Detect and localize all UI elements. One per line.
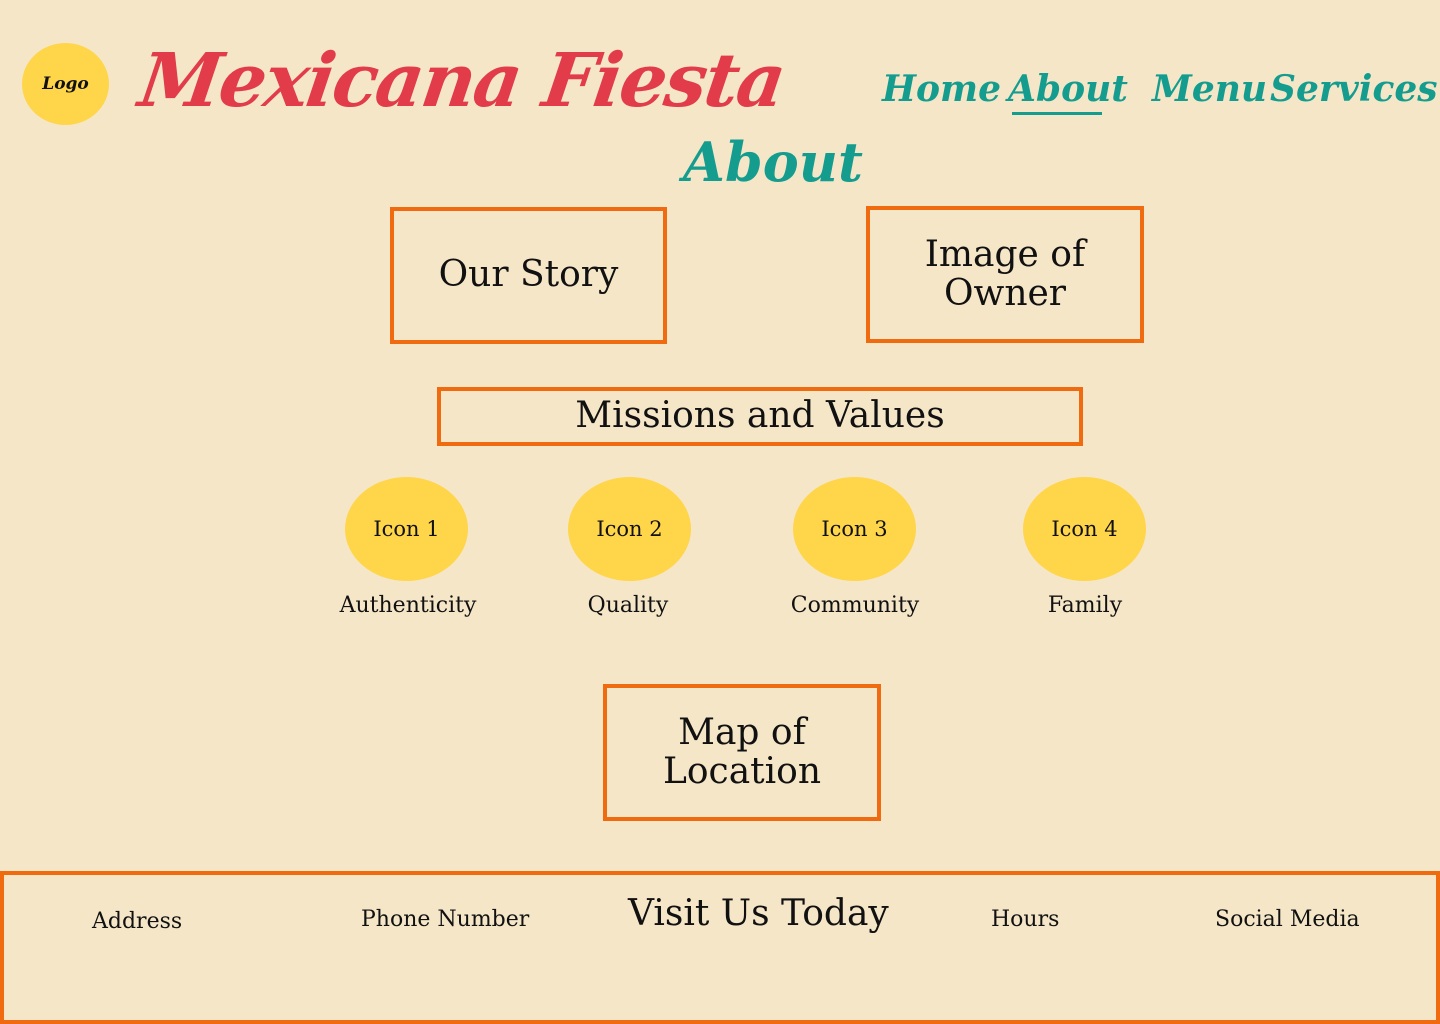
value-label-quality: Quality <box>587 593 669 618</box>
owner-image-label-line2: Owner <box>943 272 1067 314</box>
logo-label: Logo <box>42 74 89 94</box>
value-icon-1-label: Icon 1 <box>373 517 440 541</box>
footer-hours: Hours <box>991 907 1060 932</box>
nav-about[interactable]: About <box>1008 68 1128 110</box>
value-icon-4: Icon 4 <box>1023 477 1146 581</box>
value-label-family: Family <box>1047 593 1123 618</box>
footer-address: Address <box>92 909 183 934</box>
footer-phone: Phone Number <box>361 907 530 932</box>
value-icon-4-label: Icon 4 <box>1051 517 1118 541</box>
owner-image-label-line1: Image of <box>924 233 1086 275</box>
nav-home[interactable]: Home <box>882 68 1001 110</box>
nav-services[interactable]: Services <box>1270 68 1438 110</box>
value-icon-1: Icon 1 <box>345 477 468 581</box>
value-icon-2-label: Icon 2 <box>596 517 663 541</box>
nav-active-underline <box>1012 112 1102 115</box>
map-placeholder[interactable]: Map of Location <box>603 684 881 821</box>
our-story-label: Our Story <box>438 254 619 296</box>
value-label-authenticity: Authenticity <box>339 593 477 618</box>
page-title: About <box>683 130 863 194</box>
nav-menu[interactable]: Menu <box>1152 68 1267 110</box>
logo[interactable]: Logo <box>22 43 109 125</box>
value-label-community: Community <box>790 593 920 618</box>
value-icon-3: Icon 3 <box>793 477 916 581</box>
map-label-line2: Location <box>662 750 822 792</box>
owner-image-placeholder: Image of Owner <box>866 206 1144 343</box>
missions-values-box[interactable]: Missions and Values <box>437 387 1083 446</box>
footer-social[interactable]: Social Media <box>1215 907 1360 932</box>
missions-values-label: Missions and Values <box>575 395 945 437</box>
map-label-line1: Map of <box>678 711 806 753</box>
brand-name[interactable]: Mexicana Fiesta <box>134 38 789 124</box>
our-story-box[interactable]: Our Story <box>390 207 667 344</box>
value-icon-3-label: Icon 3 <box>821 517 888 541</box>
footer-title: Visit Us Today <box>628 893 889 934</box>
value-icon-2: Icon 2 <box>568 477 691 581</box>
